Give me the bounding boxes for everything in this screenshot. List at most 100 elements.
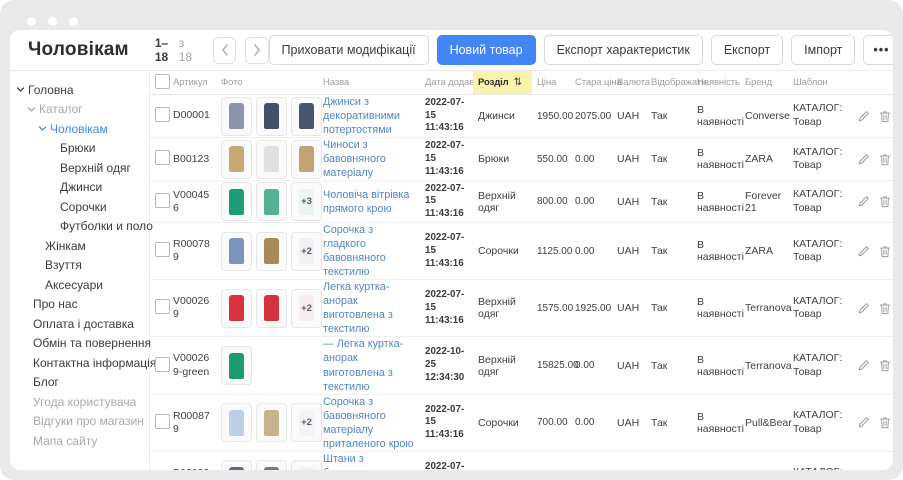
date-cell: 2022-07-1511:43:16 xyxy=(420,404,473,442)
sidebar-item-label: Аксесуари xyxy=(45,278,103,292)
product-name-link[interactable]: Джинси з декоративними потертостями xyxy=(323,95,418,137)
delete-button[interactable] xyxy=(879,245,891,258)
date-value: 2022-07-15 xyxy=(425,289,471,314)
product-photo[interactable] xyxy=(221,232,252,271)
name-cell: Легка куртка-анорак виготовлена з тексти… xyxy=(318,280,420,336)
product-photo[interactable] xyxy=(221,182,252,221)
template-type: КАТАЛОГ: xyxy=(793,352,848,366)
sidebar-item[interactable]: Оплата і доставка xyxy=(10,314,149,334)
product-photo[interactable] xyxy=(256,289,287,328)
brand-cell: ZARA xyxy=(740,245,788,257)
sku-cell: R000879 xyxy=(168,410,216,436)
delete-button[interactable] xyxy=(879,153,891,166)
sidebar-item-label: Каталог xyxy=(39,102,83,116)
sidebar-item[interactable]: Чоловікам xyxy=(10,119,149,139)
header-section-label: Розділ xyxy=(478,77,509,88)
header-section-sorted[interactable]: Розділ ⇅ xyxy=(473,71,532,94)
export-button[interactable]: Експорт xyxy=(711,35,783,65)
row-select-cell xyxy=(150,414,168,432)
sidebar-item[interactable]: Жінкам xyxy=(10,236,149,256)
product-name-link[interactable]: Сорочка з бавовняного матеріалу притален… xyxy=(323,395,418,451)
edit-button[interactable] xyxy=(857,153,870,166)
delete-button[interactable] xyxy=(879,302,891,315)
product-name-link[interactable]: Легка куртка-анорак виготовлена з тексти… xyxy=(323,280,418,336)
more-photos-badge[interactable]: +2 xyxy=(291,232,322,271)
header-visibility: Відображати xyxy=(646,77,692,88)
sidebar-item[interactable]: Взуття xyxy=(10,256,149,276)
more-photos-badge[interactable]: +3 xyxy=(291,182,322,221)
sidebar-item[interactable]: Джинси xyxy=(10,178,149,198)
delete-button[interactable] xyxy=(879,195,891,208)
product-photo[interactable] xyxy=(291,97,322,136)
product-photo[interactable] xyxy=(256,232,287,271)
edit-button[interactable] xyxy=(857,359,870,372)
availability-cell: В наявності xyxy=(692,147,740,171)
sidebar-item[interactable]: Угода користувача xyxy=(10,392,149,412)
import-button[interactable]: Імпорт xyxy=(791,35,855,65)
sidebar-item[interactable]: Обмін та повернення xyxy=(10,334,149,354)
product-name-link[interactable]: Чиноси з бавовняного матеріалу xyxy=(323,138,418,180)
sidebar-item[interactable]: Блог xyxy=(10,373,149,393)
more-actions-button[interactable]: ••• xyxy=(863,35,893,65)
hide-modifications-button[interactable]: Приховати модифікації xyxy=(269,35,429,65)
edit-button[interactable] xyxy=(857,302,870,315)
photo-cell: +2 xyxy=(216,403,318,442)
product-photo[interactable] xyxy=(221,97,252,136)
prev-page-button[interactable] xyxy=(213,37,236,64)
product-photo[interactable] xyxy=(221,403,252,442)
sidebar-item[interactable]: Головна xyxy=(10,80,149,100)
availability-cell: В наявності xyxy=(692,411,740,435)
sku-cell: V000269 xyxy=(168,295,216,321)
sidebar-item[interactable]: Каталог xyxy=(10,100,149,120)
delete-button[interactable] xyxy=(879,359,891,372)
product-name-link[interactable]: Сорочка з гладкого бавовняного текстилю xyxy=(323,223,418,279)
toolbar: Приховати модифікації Новий товар Експор… xyxy=(269,35,893,65)
edit-button[interactable] xyxy=(857,195,870,208)
template-cell: КАТАЛОГ:Товар xyxy=(788,146,850,173)
sidebar-item[interactable]: Футболки и поло xyxy=(10,217,149,237)
product-photo[interactable] xyxy=(256,140,287,179)
product-photo[interactable] xyxy=(256,403,287,442)
product-photo[interactable] xyxy=(256,97,287,136)
more-photos-badge[interactable]: +2 xyxy=(291,460,322,470)
product-photo[interactable] xyxy=(256,460,287,470)
product-photo[interactable] xyxy=(221,289,252,328)
product-photo[interactable] xyxy=(221,346,252,385)
name-cell: Сорочка з бавовняного матеріалу притален… xyxy=(318,395,420,451)
more-photos-badge[interactable]: +2 xyxy=(291,289,322,328)
trash-icon xyxy=(879,110,891,123)
edit-button[interactable] xyxy=(857,110,870,123)
edit-button[interactable] xyxy=(857,416,870,429)
product-photo[interactable] xyxy=(221,460,252,470)
table-body: D00001 Джинси з декоративними потертостя… xyxy=(150,95,893,470)
sidebar-item[interactable]: Аксесуари xyxy=(10,275,149,295)
template-cell: КАТАЛОГ:Товар xyxy=(788,238,850,265)
export-characteristics-button[interactable]: Експорт характеристик xyxy=(544,35,703,65)
delete-button[interactable] xyxy=(879,110,891,123)
chevron-right-icon xyxy=(253,44,261,56)
product-photo[interactable] xyxy=(256,182,287,221)
pencil-icon xyxy=(857,416,870,429)
sidebar-item-label: Взуття xyxy=(45,258,82,272)
section-cell: Джинси xyxy=(473,110,532,122)
sidebar-item[interactable]: Контактна інформація xyxy=(10,353,149,373)
sidebar-item[interactable]: Брюки xyxy=(10,139,149,159)
new-product-button[interactable]: Новий товар xyxy=(437,35,536,65)
product-name-link[interactable]: Чоловіча вітрівка прямого крою xyxy=(323,188,418,216)
product-name-link[interactable]: — Легка куртка-анорак виготовлена з текс… xyxy=(323,337,418,393)
more-photos-badge[interactable]: +2 xyxy=(291,403,322,442)
sidebar-item[interactable]: Сорочки xyxy=(10,197,149,217)
section-cell: Сорочки xyxy=(473,245,532,257)
sidebar-item[interactable]: Верхній одяг xyxy=(10,158,149,178)
product-photo[interactable] xyxy=(221,140,252,179)
sidebar-item[interactable]: Про нас xyxy=(10,295,149,315)
sidebar-item[interactable]: Мапа сайту xyxy=(10,431,149,451)
delete-button[interactable] xyxy=(879,416,891,429)
next-page-button[interactable] xyxy=(245,37,268,64)
edit-button[interactable] xyxy=(857,245,870,258)
section-cell: Брюки xyxy=(473,153,532,165)
product-name-link[interactable]: Штани з бавовняного матеріалу прямого кр… xyxy=(323,452,418,470)
sidebar-item-label: Сорочки xyxy=(60,200,107,214)
sidebar-item[interactable]: Відгуки про магазин xyxy=(10,412,149,432)
product-photo[interactable] xyxy=(291,140,322,179)
